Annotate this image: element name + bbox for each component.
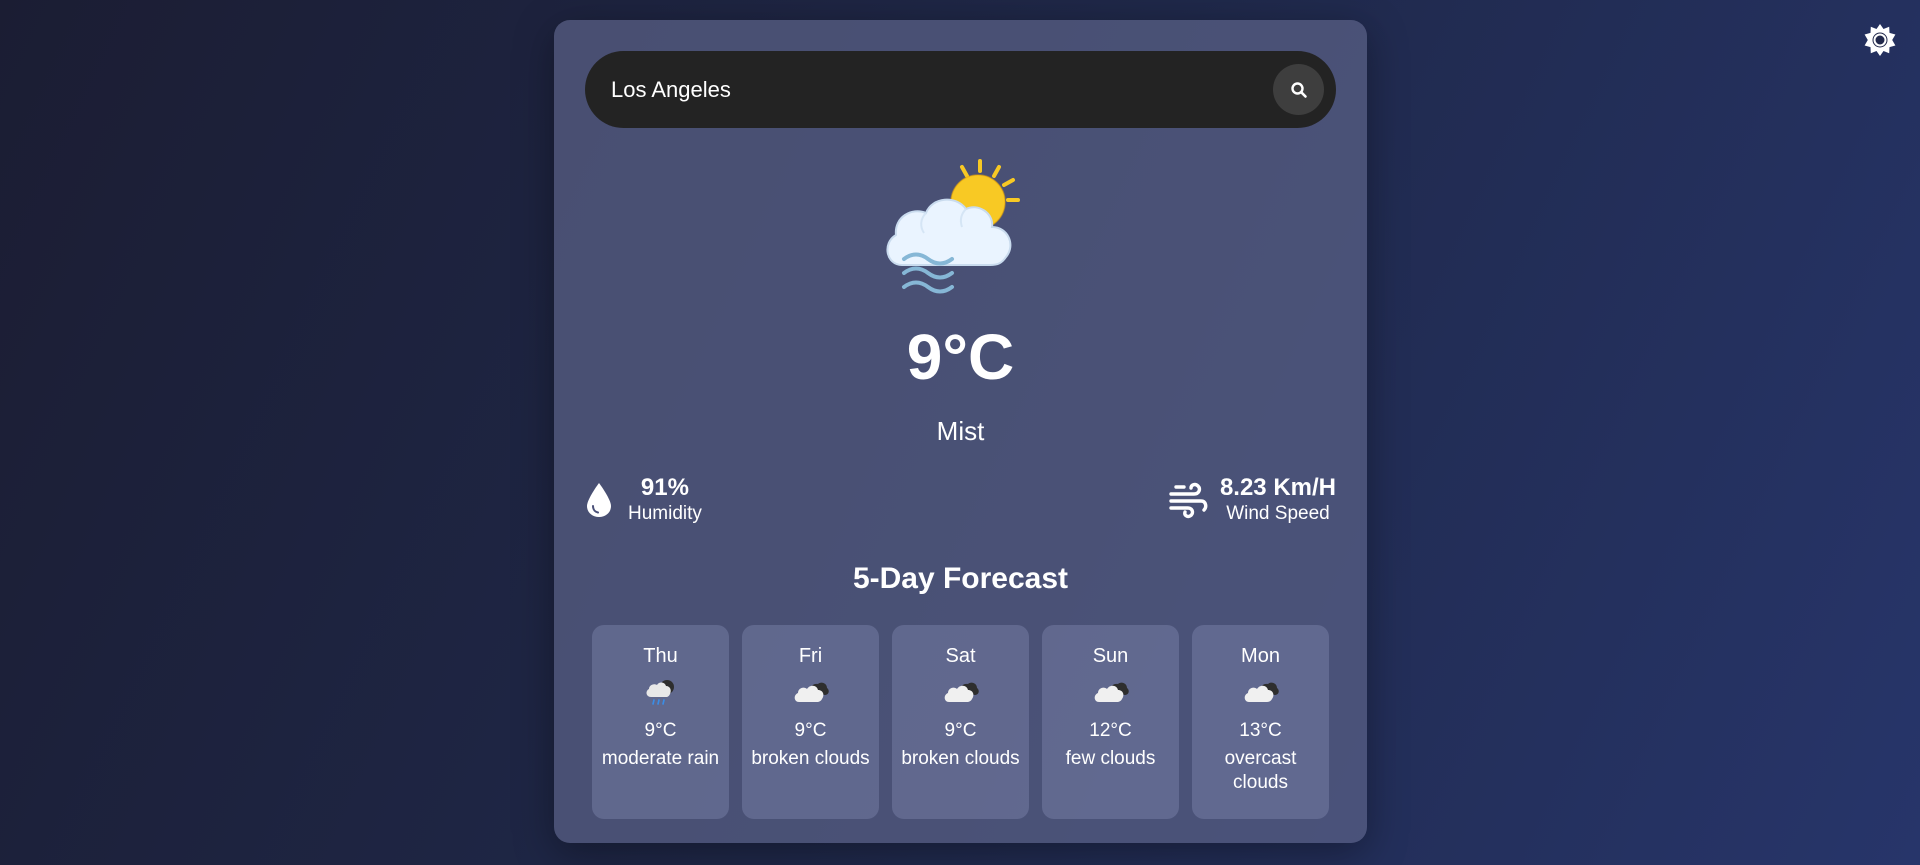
forecast-day-name: Fri bbox=[798, 645, 823, 667]
forecast-desc: broken clouds bbox=[751, 748, 870, 769]
broken-clouds-icon bbox=[794, 682, 829, 702]
search-icon bbox=[1290, 81, 1307, 98]
forecast-list: Thu 9°C moderate rain Fri 9°C broken clo… bbox=[592, 625, 1329, 819]
broken-clouds-icon bbox=[944, 682, 979, 702]
forecast-temp: 9°C bbox=[794, 720, 827, 741]
wind-speed-value: 8.23 Km/H bbox=[1219, 474, 1336, 501]
wind-stat: 8.23 Km/H Wind Speed bbox=[1168, 470, 1336, 530]
humidity-label: Humidity bbox=[628, 503, 702, 524]
forecast-temp: 9°C bbox=[644, 720, 677, 741]
search-bar bbox=[585, 51, 1336, 128]
forecast-desc: few clouds bbox=[1065, 748, 1156, 769]
forecast-day-name: Sun bbox=[1092, 645, 1129, 667]
weather-card: 9°C Mist 91% Humidity 8.23 Km/H Wind Spe… bbox=[554, 20, 1367, 843]
search-input[interactable] bbox=[611, 51, 1231, 128]
wind-speed-label: Wind Speed bbox=[1226, 503, 1330, 524]
overcast-clouds-icon bbox=[1244, 682, 1279, 702]
humidity-value: 91% bbox=[640, 474, 689, 501]
forecast-day-sat: Sat 9°C broken clouds bbox=[892, 625, 1029, 819]
mist-sun-cloud-icon bbox=[886, 159, 1020, 294]
forecast-desc: overcast clouds bbox=[1224, 748, 1297, 793]
forecast-temp: 9°C bbox=[944, 720, 977, 741]
forecast-day-mon: Mon 13°C overcast clouds bbox=[1192, 625, 1329, 819]
forecast-temp: 13°C bbox=[1239, 720, 1282, 741]
forecast-temp: 12°C bbox=[1089, 720, 1132, 741]
forecast-desc: moderate rain bbox=[601, 748, 720, 769]
forecast-day-name: Thu bbox=[643, 645, 678, 667]
forecast-day-fri: Fri 9°C broken clouds bbox=[742, 625, 879, 819]
search-button[interactable] bbox=[1273, 64, 1324, 115]
forecast-day-sun: Sun 12°C few clouds bbox=[1042, 625, 1179, 819]
rain-cloud-icon bbox=[646, 680, 674, 705]
forecast-title: 5-Day Forecast bbox=[852, 562, 1069, 595]
theme-toggle-button[interactable] bbox=[1860, 20, 1900, 60]
few-clouds-icon bbox=[1094, 682, 1129, 702]
current-description: Mist bbox=[936, 416, 985, 446]
sun-gear-icon bbox=[1864, 24, 1896, 56]
current-temperature: 9°C bbox=[906, 321, 1015, 393]
droplet-icon bbox=[587, 483, 611, 517]
forecast-day-name: Sat bbox=[945, 645, 976, 667]
wind-icon bbox=[1169, 482, 1208, 519]
humidity-stat: 91% Humidity bbox=[584, 470, 702, 530]
forecast-day-thu: Thu 9°C moderate rain bbox=[592, 625, 729, 819]
forecast-day-name: Mon bbox=[1241, 645, 1280, 667]
forecast-desc: broken clouds bbox=[901, 748, 1020, 769]
